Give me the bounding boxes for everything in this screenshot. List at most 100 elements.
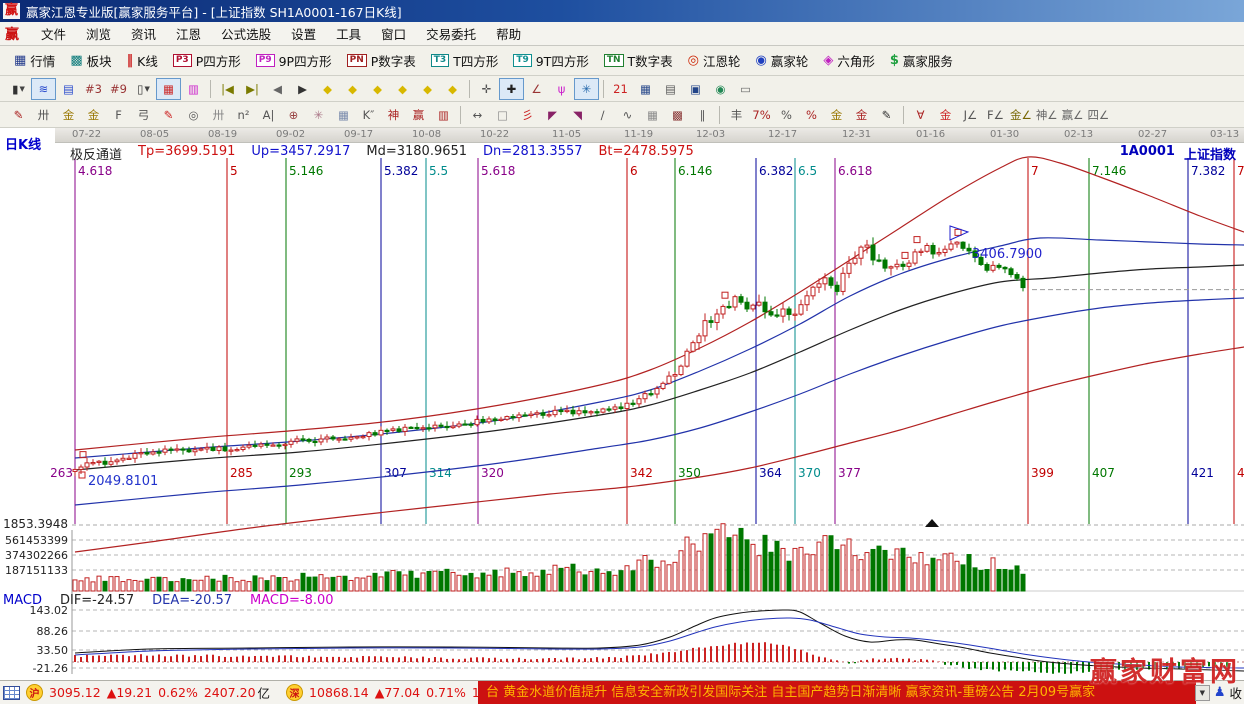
red-marker-icon[interactable]: ✎ [156, 104, 181, 126]
web-matrix-icon[interactable]: ▦ [331, 104, 356, 126]
quotes-button[interactable]: ▦行情 [8, 49, 61, 72]
percent-zone-icon[interactable]: 7% [749, 104, 774, 126]
gold-underline-icon[interactable]: 金 [933, 104, 958, 126]
title-bar[interactable]: 赢 赢家江恩专业版[赢家服务平台] - [上证指数 SH1A0001-167日K… [0, 0, 1244, 22]
four-angle-icon[interactable]: 四∠ [1085, 104, 1111, 126]
gold-grid-a-icon[interactable]: 金 [56, 104, 81, 126]
nav-last-icon[interactable]: ▶| [240, 78, 265, 100]
gann-fan-icon[interactable]: ψ [549, 78, 574, 100]
menu-item-8[interactable]: 窗口 [371, 22, 416, 45]
gold-section-circle-icon[interactable]: 金 [824, 104, 849, 126]
levels-tool-icon[interactable]: 丰 [724, 104, 749, 126]
percent-retrace-icon[interactable]: % [799, 104, 824, 126]
price-grid-icon[interactable]: ▦ [640, 104, 665, 126]
memo-icon[interactable]: ▤ [658, 78, 683, 100]
win-marker-icon[interactable]: 赢 [406, 104, 431, 126]
parallel-channel-icon[interactable]: ∥ [690, 104, 715, 126]
h-span-icon[interactable]: ↔ [465, 104, 490, 126]
gold-grid-b-icon[interactable]: 金 [81, 104, 106, 126]
rect-select-icon[interactable]: □ [490, 104, 515, 126]
pattern-grid-icon[interactable]: ▦ [156, 78, 181, 100]
menu-item-6[interactable]: 设置 [281, 22, 326, 45]
zoom-diamond-star-icon[interactable]: ◆ [415, 78, 440, 100]
mirror-tool-icon[interactable]: A| [256, 104, 281, 126]
calculator-icon[interactable]: ▦ [633, 78, 658, 100]
menu-item-10[interactable]: 帮助 [486, 22, 531, 45]
gann-wheel-button[interactable]: ◎江恩轮 [682, 49, 747, 72]
gold-angle-icon[interactable]: 金∠ [1008, 104, 1034, 126]
n-square-icon[interactable]: n² [231, 104, 256, 126]
zoom-diamond-x-icon[interactable]: ◆ [390, 78, 415, 100]
p-square-button[interactable]: P3P四方形 [167, 49, 247, 72]
export-web-icon[interactable]: ◉ [708, 78, 733, 100]
zoom-diamond-left-icon[interactable]: ◆ [315, 78, 340, 100]
grid-mini-icon[interactable]: 卅 [206, 104, 231, 126]
menu-item-7[interactable]: 工具 [326, 22, 371, 45]
fan-square-icon[interactable]: ◤ [540, 104, 565, 126]
hand-pan-icon[interactable]: ✛ [474, 78, 499, 100]
nav-next-icon[interactable]: ▶ [290, 78, 315, 100]
spiral-tool-icon[interactable]: 弓 [131, 104, 156, 126]
menu-item-3[interactable]: 资讯 [121, 22, 166, 45]
candle-picker-icon[interactable]: ▯▼ [131, 78, 156, 100]
gann-ruler-icon[interactable]: 卅 [31, 104, 56, 126]
sectors-button[interactable]: ▩板块 [64, 49, 117, 72]
time-cycle-icon[interactable]: ◎ [181, 104, 206, 126]
cup-pattern-icon[interactable]: ∀ [908, 104, 933, 126]
calendar-21-icon[interactable]: 21 [608, 78, 633, 100]
t9-square-button[interactable]: T99T四方形 [507, 49, 595, 72]
smart-analysis-icon[interactable]: ✳ [574, 78, 599, 100]
win-angle-icon[interactable]: 赢∠ [1060, 104, 1086, 126]
hexagon-button[interactable]: ◈六角形 [817, 49, 881, 72]
nav-first-icon[interactable]: |◀ [215, 78, 240, 100]
brush-note-icon[interactable]: ✎ [874, 104, 899, 126]
channel-overlay-icon[interactable]: ≋ [31, 78, 56, 100]
toolbar-separator [210, 80, 211, 98]
news-ticker[interactable]: 台 黄金水道价值提升 信息安全新政引发国际关注 自主国产趋势日渐清晰 赢家资讯-… [478, 681, 1196, 704]
save-icon[interactable]: ▣ [683, 78, 708, 100]
gold-section-line-icon[interactable]: 金 [849, 104, 874, 126]
k-marker-icon[interactable]: K″ [356, 104, 381, 126]
zoom-diamond-h-icon[interactable]: ◆ [365, 78, 390, 100]
gann-web-icon[interactable]: ✳ [306, 104, 331, 126]
f-grid-icon[interactable]: F [106, 104, 131, 126]
winner-service-button[interactable]: $赢家服务 [884, 49, 959, 72]
menu-item-1[interactable]: 文件 [31, 22, 76, 45]
crosshair-icon[interactable]: ✚ [499, 78, 524, 100]
fan-rays-icon[interactable]: 彡 [515, 104, 540, 126]
angle-measure-icon[interactable]: ∠ [524, 78, 549, 100]
scale-ruler-icon[interactable]: ▥ [431, 104, 456, 126]
time-grid-icon[interactable]: ▩ [665, 104, 690, 126]
menu-item-9[interactable]: 交易委托 [416, 22, 486, 45]
angle-lines-icon[interactable]: ∕ [590, 104, 615, 126]
square-fan-icon[interactable]: ◥ [565, 104, 590, 126]
kline-button[interactable]: ‖K线 [121, 49, 164, 72]
p9-square-button[interactable]: P99P四方形 [250, 49, 338, 72]
pc-link-icon[interactable]: ▭ [733, 78, 758, 100]
winner-wheel-button[interactable]: ◉赢家轮 [750, 49, 815, 72]
percent-tool-icon[interactable]: % [774, 104, 799, 126]
chart-area[interactable]: 07-2208-0508-1909-0209-1710-0810-2211-05… [0, 128, 1244, 680]
shen-marker-icon[interactable]: 神 [381, 104, 406, 126]
menu-item-5[interactable]: 公式选股 [211, 22, 281, 45]
p-number-table-button[interactable]: PNP数字表 [341, 49, 422, 72]
kline-style-picker-icon[interactable]: ▮▼ [6, 78, 31, 100]
bars-9-icon[interactable]: #9 [106, 78, 131, 100]
zoom-diamond-all-icon[interactable]: ◆ [440, 78, 465, 100]
menu-item-4[interactable]: 江恩 [166, 22, 211, 45]
market-grid-icon[interactable] [3, 686, 20, 700]
f-angle-icon[interactable]: F∠ [983, 104, 1008, 126]
color-histogram-icon[interactable]: ▥ [181, 78, 206, 100]
shen-angle-icon[interactable]: 神∠ [1034, 104, 1060, 126]
bars-3-icon[interactable]: #3 [81, 78, 106, 100]
draw-pen-icon[interactable]: ✎ [6, 104, 31, 126]
t-square-button[interactable]: T3T四方形 [425, 49, 505, 72]
menu-item-2[interactable]: 浏览 [76, 22, 121, 45]
nav-prev-icon[interactable]: ◀ [265, 78, 290, 100]
j-angle-icon[interactable]: J∠ [958, 104, 983, 126]
zoom-diamond-right-icon[interactable]: ◆ [340, 78, 365, 100]
info-note-icon[interactable]: ▤ [56, 78, 81, 100]
compass-target-icon[interactable]: ⊕ [281, 104, 306, 126]
zigzag-wave-icon[interactable]: ∿ [615, 104, 640, 126]
t-number-table-button[interactable]: TNT数字表 [598, 49, 679, 72]
